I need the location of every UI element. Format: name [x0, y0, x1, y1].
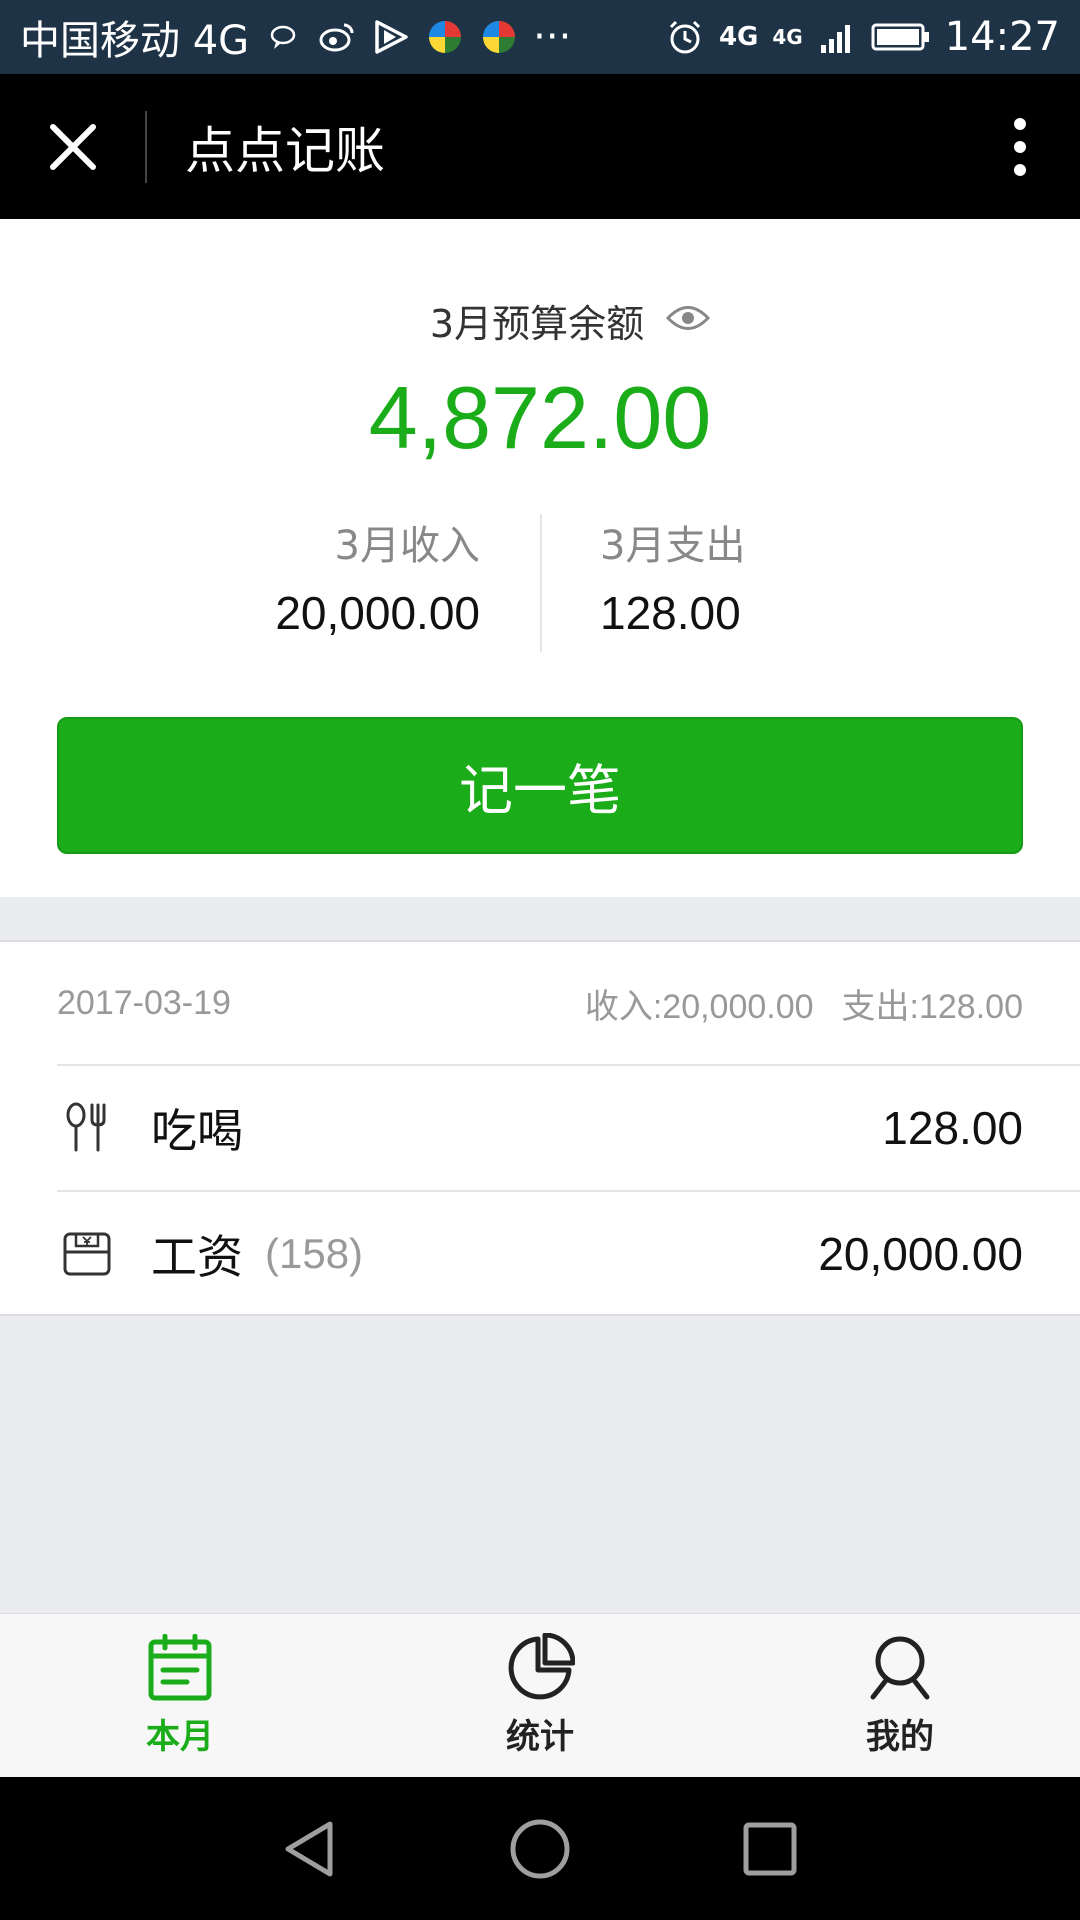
list-item[interactable]: 吃喝 128.00	[57, 1066, 1023, 1190]
back-button[interactable]	[265, 1804, 355, 1894]
tab-this-month[interactable]: 本月	[0, 1614, 360, 1777]
wallet-yuan-icon	[57, 1224, 117, 1284]
day-header: 2017-03-19 收入:20,000.00 支出:128.00	[57, 942, 1023, 1064]
record-button[interactable]: 记一笔	[57, 717, 1023, 854]
page-title: 点点记账	[185, 121, 385, 180]
app-ball-icon-2	[479, 17, 519, 57]
weibo-icon	[317, 17, 357, 57]
alarm-icon	[665, 17, 705, 57]
network-type-right: 4G	[772, 25, 803, 49]
day-income-total: 收入:20,000.00	[584, 987, 814, 1026]
expense-column: 3月支出 128.00	[600, 514, 745, 648]
day-totals: 收入:20,000.00 支出:128.00	[585, 979, 1023, 1028]
app-ball-icon	[425, 17, 465, 57]
clock: 14:27	[944, 14, 1060, 60]
back-triangle-icon	[285, 1821, 333, 1876]
home-button[interactable]	[495, 1804, 585, 1894]
more-vertical-icon	[1014, 117, 1026, 176]
tab-label: 统计	[506, 1717, 574, 1757]
tab-label: 本月	[146, 1717, 214, 1757]
budget-label-row: 3月预算余额	[0, 293, 1080, 347]
entry-amount: 128.00	[882, 1102, 1023, 1154]
tab-label: 我的	[866, 1717, 934, 1757]
income-label: 3月收入	[334, 523, 480, 569]
android-nav-bar	[0, 1777, 1080, 1920]
income-column: 3月收入 20,000.00	[275, 514, 480, 648]
fork-knife-icon	[57, 1098, 117, 1158]
status-bar: 中国移动 4G ··· 4G 4G 14:27	[0, 0, 1080, 74]
status-right: 4G 4G 14:27	[665, 14, 1060, 60]
carrier-label: 中国移动 4G	[20, 18, 250, 64]
entry-name: 吃喝	[151, 1104, 243, 1158]
battery-icon	[871, 17, 931, 57]
list-item[interactable]: 工资 (158) 20,000.00	[57, 1192, 1023, 1316]
eye-icon[interactable]	[666, 303, 711, 337]
signal-icon	[817, 17, 857, 57]
income-expense-divider	[540, 514, 542, 652]
budget-amount: 4,872.00	[368, 368, 712, 467]
header-divider	[145, 110, 147, 183]
day-expense-total: 支出:128.00	[841, 987, 1023, 1026]
home-circle-icon	[510, 1819, 570, 1878]
recents-button[interactable]	[725, 1804, 815, 1894]
chat-bubble-icon	[263, 17, 303, 57]
close-icon	[49, 123, 96, 170]
budget-label: 3月预算余额	[429, 301, 645, 346]
tab-mine[interactable]: 我的	[720, 1614, 1080, 1777]
entry-amount: 20,000.00	[818, 1228, 1023, 1280]
tab-statistics[interactable]: 统计	[360, 1614, 720, 1777]
more-notifications: ···	[533, 14, 572, 60]
user-icon	[865, 1633, 935, 1703]
income-value: 20,000.00	[275, 587, 480, 639]
status-left: 中国移动 4G ···	[20, 8, 571, 66]
recents-square-icon	[743, 1822, 797, 1875]
entry-name: 工资	[151, 1230, 243, 1284]
network-type-left: 4G	[718, 22, 759, 52]
expense-value: 128.00	[600, 587, 741, 639]
app-header: 点点记账	[0, 74, 1080, 219]
income-expense-row: 3月收入 20,000.00 3月支出 128.00	[0, 514, 1080, 654]
play-icon	[371, 17, 411, 57]
day-date: 2017-03-19	[57, 983, 231, 1022]
budget-summary: 3月预算余额 4,872.00 3月收入 20,000.00 3月支出 128.…	[0, 219, 1080, 897]
calendar-icon	[145, 1633, 215, 1703]
close-button[interactable]	[0, 74, 145, 219]
transaction-list: 2017-03-19 收入:20,000.00 支出:128.00 吃喝 128…	[0, 940, 1080, 1316]
pie-chart-icon	[505, 1633, 575, 1703]
entry-count: (158)	[265, 1230, 364, 1277]
expense-label: 3月支出	[600, 523, 746, 569]
tab-bar: 本月 统计 我的	[0, 1613, 1080, 1777]
more-menu-button[interactable]	[960, 74, 1080, 219]
